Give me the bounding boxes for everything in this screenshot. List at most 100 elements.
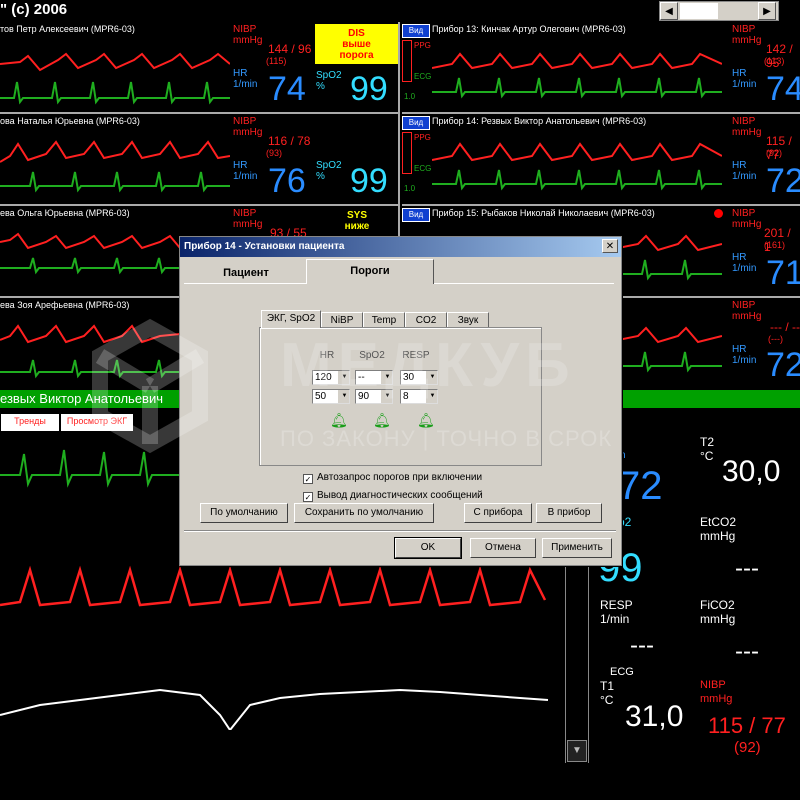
nibp-label: NIBP (233, 116, 257, 127)
subtab-sound[interactable]: Звук (447, 312, 489, 328)
view-button[interactable]: Вид (402, 116, 430, 130)
panel-patient-name: Прибор 13: Кинчак Артур Олегович (MPR6-0… (432, 24, 626, 34)
diag-messages-checkbox[interactable]: ✓ (303, 492, 313, 502)
nibp-unit: mmHg (732, 219, 762, 230)
patient-panel-2[interactable]: ова Наталья Юрьевна (MPR6-03) NIBP mmHg … (0, 114, 400, 206)
resp-label: RESP (600, 598, 633, 612)
panel-waveforms (0, 140, 230, 193)
nibp-mean: (93) (266, 148, 283, 158)
alarm-line-1: SYS (346, 210, 367, 221)
spo2-value: 99 (350, 70, 388, 108)
spo2-value: 99 (350, 162, 388, 200)
watermark-brand: МЕДКУБ (280, 331, 576, 400)
monitor-scrollbar[interactable]: ◀ ▶ (659, 1, 779, 21)
panel-waveforms (0, 52, 230, 105)
watermark-logo-icon (92, 318, 208, 454)
panel-patient-name: ева Зоя Арефьевна (MPR6-03) (0, 300, 130, 310)
ecg-scale: 1.0 (404, 184, 416, 193)
spo2-unit: % (316, 171, 325, 182)
alarm-badge: SYS ниже (340, 210, 374, 234)
auto-request-checkbox[interactable]: ✓ (303, 474, 313, 484)
alarm-line-1: DIS (348, 28, 365, 39)
panel-waveforms (432, 142, 722, 191)
t1-unit: °C (600, 693, 614, 707)
save-default-button[interactable]: Сохранить по умолчанию (294, 503, 434, 523)
ppg-bar (402, 132, 412, 174)
nibp-mean: (113) (764, 56, 785, 66)
hr-label: HR (732, 344, 747, 355)
alarm-badge: DIS выше порога (315, 24, 398, 64)
panel-waveforms (618, 234, 722, 281)
detail-nibp-value: 115 / 77 (708, 713, 786, 738)
scroll-down-icon[interactable]: ▼ (567, 740, 587, 762)
alarm-dot-icon (714, 209, 723, 218)
t2-label: T2 (700, 435, 715, 449)
spo2-label: SpO2 (316, 160, 342, 171)
patient-settings-dialog[interactable]: Прибор 14 - Установки пациента ✕ Пациент… (179, 236, 622, 566)
patient-panel-1[interactable]: тов Петр Алексеевич (MPR6-03) NIBP mmHg … (0, 22, 400, 114)
fico2-value: --- (735, 638, 759, 665)
t2-value: 30,0 (722, 455, 781, 488)
cancel-button[interactable]: Отмена (470, 538, 536, 558)
patient-panel-13[interactable]: Вид Прибор 13: Кинчак Артур Олегович (MP… (402, 22, 800, 114)
subtab-nibp[interactable]: NiBP (321, 312, 363, 328)
tab-thresholds[interactable]: Пороги (306, 259, 434, 284)
nibp-unit: mmHg (732, 311, 762, 322)
hr-unit: 1/min (732, 79, 757, 90)
t2-unit: °C (700, 449, 714, 463)
ppg-bar (402, 40, 412, 82)
panel-patient-name: ова Наталья Юрьевна (MPR6-03) (0, 116, 140, 126)
scroll-right-icon[interactable]: ▶ (758, 2, 776, 20)
panel-waveforms (618, 326, 722, 373)
tab-patient[interactable]: Пациент (186, 265, 306, 281)
nibp-mean: (92) (766, 148, 783, 158)
ecg-label: ECG (414, 164, 432, 173)
default-button[interactable]: По умолчанию (200, 503, 288, 523)
alarm-line-2: выше (342, 39, 371, 50)
panel-patient-name: Прибор 15: Рыбаков Николай Николаевич (M… (432, 208, 655, 218)
nibp-label: NIBP (732, 116, 756, 127)
scroll-thumb[interactable] (680, 3, 718, 19)
view-button[interactable]: Вид (402, 24, 430, 38)
nibp-unit: mmHg (732, 35, 762, 46)
subtab-ecg-spo2[interactable]: ЭКГ, SpO2 (261, 310, 321, 328)
resp-unit: 1/min (600, 612, 630, 626)
to-device-button[interactable]: В прибор (536, 503, 602, 523)
ok-button[interactable]: OK (394, 537, 462, 559)
hr-unit: 1/min (233, 79, 258, 90)
nibp-value: --- / -- (770, 320, 800, 334)
hr-value-partial: 72 (618, 464, 663, 508)
nibp-value: 116 / 78 (268, 134, 311, 148)
nibp-label: NIBP (732, 208, 756, 219)
hr-value: 72 (766, 346, 800, 384)
diag-messages-label: Вывод диагностических сообщений (317, 490, 483, 501)
scroll-left-icon[interactable]: ◀ (660, 2, 678, 20)
dialog-divider (184, 530, 616, 532)
hr-label: HR (732, 160, 747, 171)
nibp-label: NIBP (233, 24, 257, 35)
patient-panel-14[interactable]: Вид Прибор 14: Резвых Виктор Анатольевич… (402, 114, 800, 206)
hr-unit: 1/min (732, 171, 757, 182)
apply-button[interactable]: Применить (542, 538, 612, 558)
dialog-title: Прибор 14 - Установки пациента (180, 237, 621, 257)
subtab-temp[interactable]: Temp (363, 312, 405, 328)
hr-value: 76 (268, 162, 306, 200)
hr-unit: 1/min (732, 355, 757, 366)
hr-value: 72 (766, 162, 800, 200)
etco2-value: --- (735, 555, 759, 582)
etco2-unit: mmHg (700, 529, 736, 543)
detail-nibp-label: NIBP (700, 679, 726, 691)
from-device-button[interactable]: С прибора (464, 503, 532, 523)
nibp-unit: mmHg (233, 127, 263, 138)
auto-request-label: Автозапрос порогов при включении (317, 472, 483, 483)
hr-value: 74 (268, 70, 306, 108)
subtab-co2[interactable]: CO2 (405, 312, 447, 328)
top-bar: " (c) 2006 ◀ ▶ (0, 0, 800, 22)
t1-value: 31,0 (625, 700, 684, 733)
nibp-mean: (115) (266, 56, 287, 66)
close-icon[interactable]: ✕ (602, 239, 618, 253)
ecg-lead-label: ECG (610, 666, 634, 678)
view-button[interactable]: Вид (402, 208, 430, 222)
alarm-line-2: ниже (344, 221, 370, 232)
panel-patient-name: Прибор 14: Резвых Виктор Анатольевич (MP… (432, 116, 647, 126)
